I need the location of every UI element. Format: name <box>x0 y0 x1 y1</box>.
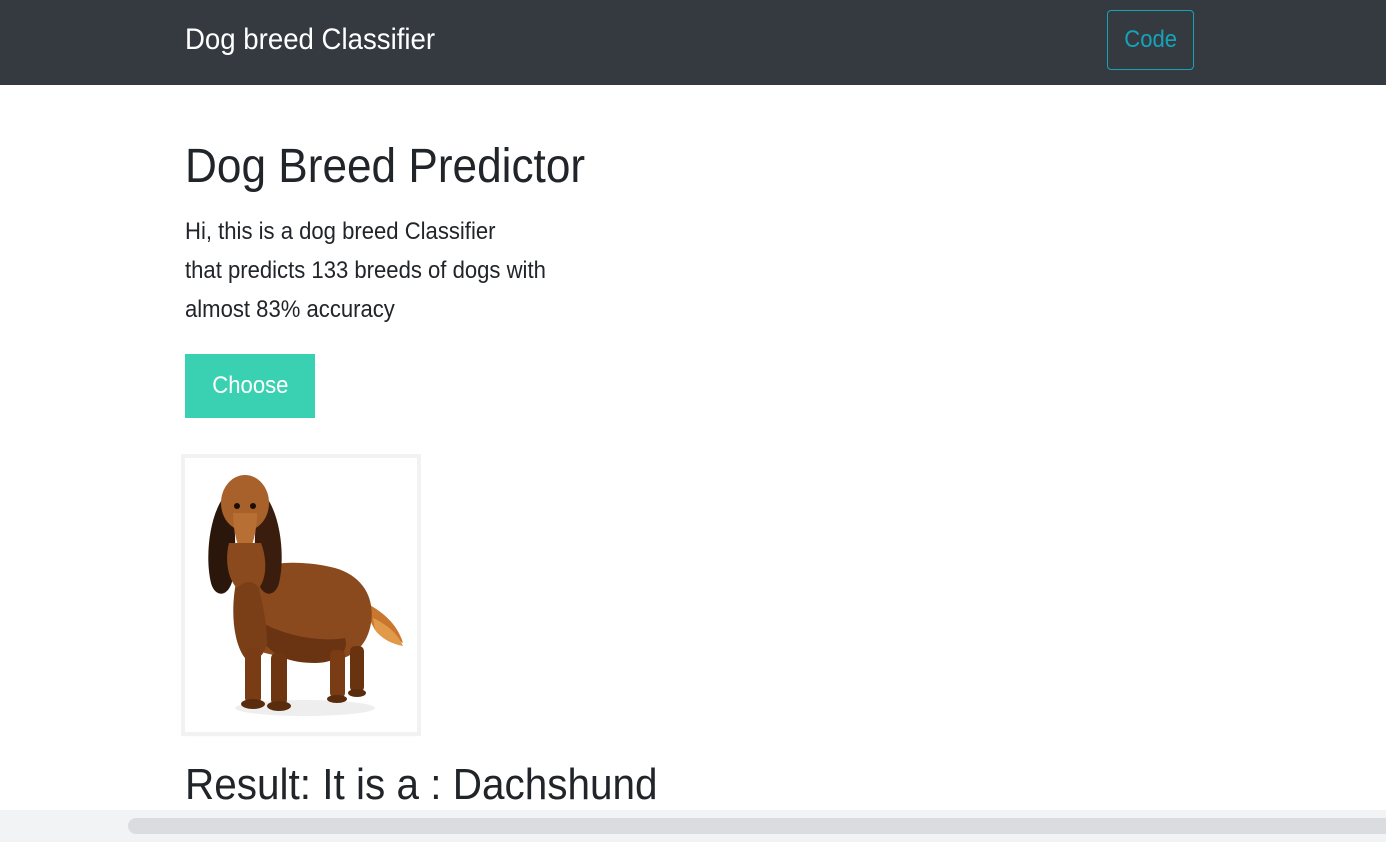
code-button-label: Code <box>1124 26 1177 53</box>
uploaded-dog-image <box>185 458 417 732</box>
prediction-result: Result: It is a : Dachshund <box>185 760 658 809</box>
code-button[interactable]: Code <box>1107 10 1194 70</box>
choose-file-button[interactable]: Choose <box>185 354 315 418</box>
description: Hi, this is a dog breed Classifier that … <box>185 212 571 329</box>
description-line: Hi, this is a dog breed Classifier <box>185 218 496 245</box>
dog-photo-icon <box>185 458 417 732</box>
choose-button-label: Choose <box>211 372 289 399</box>
scrollbar-thumb[interactable] <box>128 818 1386 834</box>
page-title: Dog Breed Predictor <box>185 140 586 193</box>
navbar-brand[interactable]: Dog breed Classifier <box>185 22 435 58</box>
description-line: almost 83% accuracy <box>185 296 395 323</box>
horizontal-scrollbar[interactable] <box>0 810 1386 842</box>
description-line: that predicts 133 breeds of dogs with <box>185 257 546 284</box>
top-navbar: Dog breed Classifier Code <box>0 0 1386 85</box>
